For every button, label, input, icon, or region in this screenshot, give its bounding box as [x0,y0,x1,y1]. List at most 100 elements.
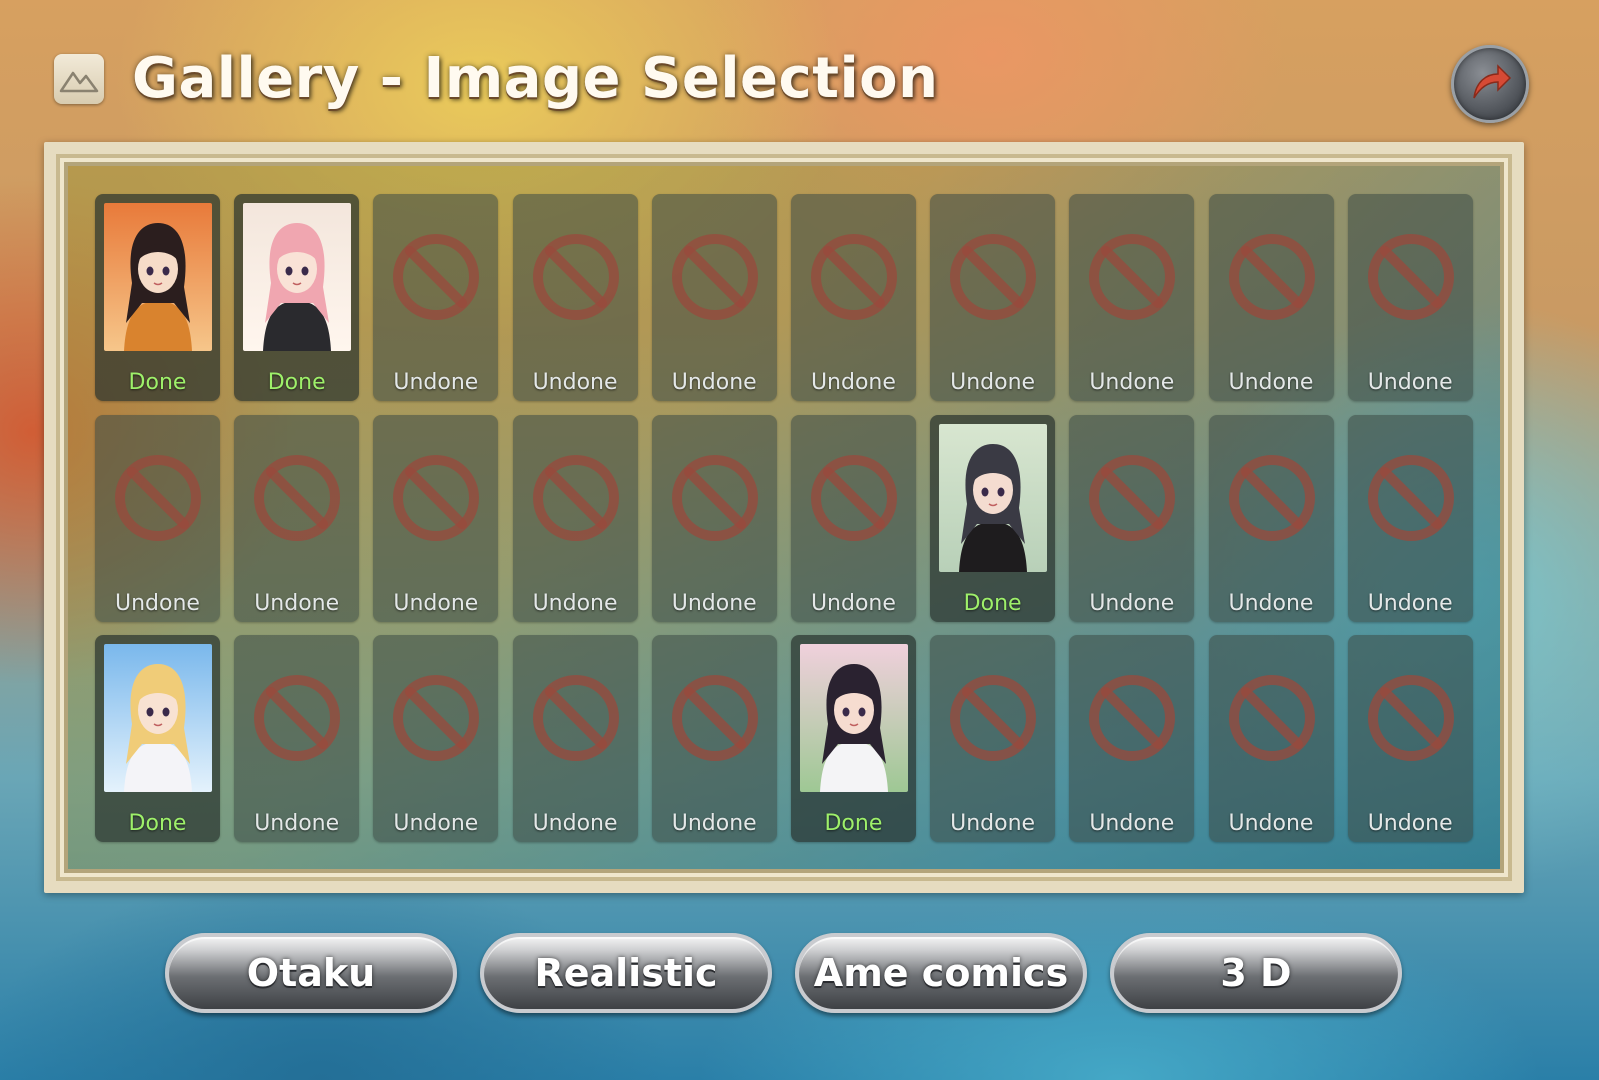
gallery-card[interactable]: Undone [1208,414,1334,622]
card-status-label: Undone [810,590,896,616]
card-status-label: Done [963,590,1022,616]
card-status-label: Undone [950,811,1036,836]
card-status-label: Undone [1228,811,1314,836]
card-status-label: Undone [532,590,618,616]
gallery-card[interactable]: Done [790,635,916,842]
gallery-card[interactable]: Undone [930,635,1056,842]
card-status-label: Undone [671,370,757,395]
gallery-thumbnail [104,644,212,792]
card-status-label: Done [128,811,187,836]
prohibited-icon [1357,424,1465,572]
gallery-card[interactable]: Done [95,635,220,842]
gallery-thumbnail [104,203,212,351]
card-status-label: Undone [1089,370,1175,395]
prohibited-icon [522,203,630,351]
card-status-label: Done [128,370,187,395]
card-status-label: Undone [1089,811,1175,836]
card-status-label: Undone [950,370,1036,395]
gallery-card[interactable]: Undone [95,414,220,622]
gallery-card[interactable]: Undone [1347,414,1473,622]
card-status-label: Done [267,370,326,395]
prohibited-icon [1357,203,1465,351]
prohibited-icon [522,644,630,792]
gallery-card[interactable]: Undone [234,414,360,622]
prohibited-icon [1218,203,1326,351]
gallery-card[interactable]: Undone [373,635,499,842]
tab-ame-comics[interactable]: Ame comics [795,933,1087,1013]
card-status-label: Undone [254,590,340,616]
tab-label: Otaku [246,951,376,995]
tab-3d[interactable]: 3 D [1110,933,1402,1013]
gallery-card[interactable]: Undone [512,194,638,401]
card-status-label: Undone [1228,590,1314,616]
page-title: Gallery - Image Selection [132,46,939,111]
prohibited-icon [522,424,630,572]
prohibited-icon [661,424,769,572]
gallery-card[interactable]: Undone [373,194,499,401]
prohibited-icon [800,203,908,351]
gallery-grid: Done Done Undone Undone Undone Undone Un… [95,194,1473,842]
card-status-label: Undone [393,811,479,836]
tab-realistic[interactable]: Realistic [480,933,772,1013]
card-status-label: Undone [1228,370,1314,395]
gallery-card[interactable]: Undone [1208,635,1334,842]
gallery-card[interactable]: Undone [790,414,916,622]
gallery-card[interactable]: Undone [1069,635,1195,842]
gallery-card[interactable]: Done [234,194,360,401]
card-status-label: Undone [1367,811,1453,836]
card-status-label: Undone [671,590,757,616]
gallery-thumbnail [799,644,908,792]
gallery-card[interactable]: Undone [373,414,499,622]
prohibited-icon [382,644,490,792]
prohibited-icon [939,644,1047,792]
landscape-image-icon [54,53,104,104]
gallery-card[interactable]: Undone [651,635,777,842]
gallery-card[interactable]: Undone [1347,194,1473,401]
card-status-label: Done [824,811,883,836]
gallery-card[interactable]: Undone [1347,635,1473,842]
gallery-card[interactable]: Undone [512,414,638,622]
card-status-label: Undone [1089,590,1175,616]
gallery-card[interactable]: Undone [790,194,916,401]
header: Gallery - Image Selection [54,46,939,111]
tab-label: 3 D [1220,951,1292,995]
gallery-card[interactable]: Done [95,194,220,401]
prohibited-icon [1078,644,1186,792]
gallery-card[interactable]: Undone [1069,194,1195,401]
prohibited-icon [382,424,490,572]
prohibited-icon [939,203,1047,351]
gallery-card[interactable]: Undone [651,414,777,622]
prohibited-icon [1357,644,1465,792]
card-status-label: Undone [671,811,757,836]
prohibited-icon [1218,424,1326,572]
gallery-card[interactable]: Undone [1208,194,1334,401]
prohibited-icon [661,203,769,351]
prohibited-icon [104,424,212,572]
prohibited-icon [1218,644,1326,792]
gallery-card[interactable]: Undone [651,194,777,401]
prohibited-icon [382,203,490,351]
card-status-label: Undone [532,370,618,395]
gallery-card[interactable]: Done [930,414,1056,622]
gallery-card[interactable]: Undone [1069,414,1195,622]
gallery-card[interactable]: Undone [930,194,1056,401]
prohibited-icon [1078,203,1186,351]
card-status-label: Undone [115,590,200,616]
prohibited-icon [243,424,351,572]
card-status-label: Undone [393,370,479,395]
prohibited-icon [800,424,908,572]
gallery-card[interactable]: Undone [234,635,360,842]
card-status-label: Undone [810,370,896,395]
tab-label: Ame comics [813,951,1069,995]
card-status-label: Undone [393,590,479,616]
return-button[interactable] [1451,45,1529,123]
prohibited-icon [1078,424,1186,572]
return-arrow-icon [1466,58,1514,110]
card-status-label: Undone [254,811,340,836]
prohibited-icon [243,644,351,792]
category-tabs: Otaku Realistic Ame comics 3 D [165,933,1402,1013]
gallery-card[interactable]: Undone [512,635,638,842]
card-status-label: Undone [1367,590,1453,616]
card-status-label: Undone [532,811,618,836]
tab-otaku[interactable]: Otaku [165,933,457,1013]
